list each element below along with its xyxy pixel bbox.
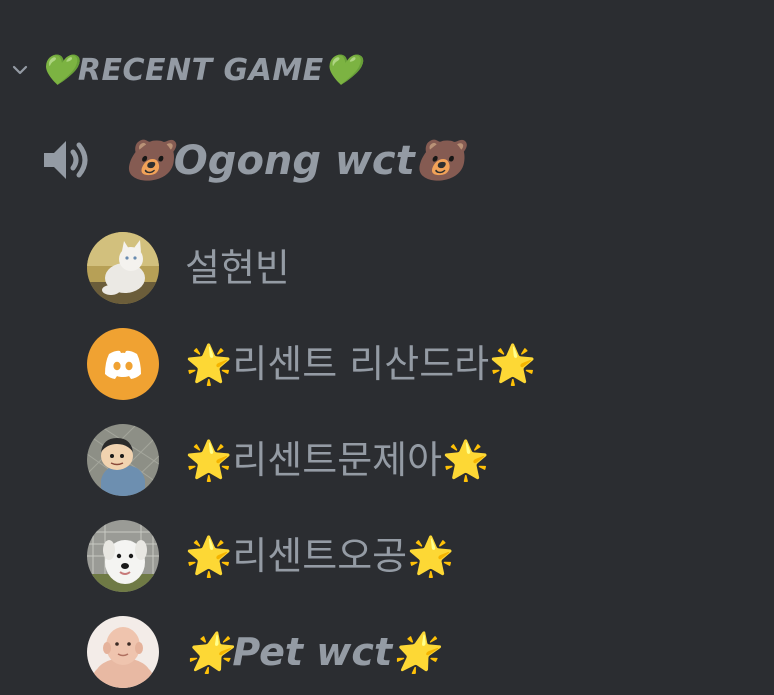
avatar [87, 424, 159, 496]
category-header[interactable]: 💚RECENT GAME💚 [0, 40, 362, 100]
avatar [87, 616, 159, 688]
voice-member-list: 설현빈 🌟리센트 리산드라🌟 🌟리센트문제아🌟 🌟리센트오공🌟 🌟Pet wct… [87, 232, 536, 695]
voice-channel[interactable]: 🐻Ogong wct🐻 [42, 125, 465, 195]
avatar [87, 520, 159, 592]
voice-member[interactable]: 🌟리센트 리산드라🌟 [87, 328, 536, 424]
voice-member[interactable]: 🌟리센트오공🌟 [87, 520, 536, 616]
member-name: 🌟Pet wct🌟 [185, 630, 440, 674]
avatar [87, 232, 159, 304]
channel-name: 🐻Ogong wct🐻 [124, 137, 465, 184]
member-name: 🌟리센트문제아🌟 [185, 438, 490, 482]
member-name: 설현빈 [185, 246, 290, 290]
voice-channel-panel: 💚RECENT GAME💚 🐻Ogong wct🐻 설현빈 🌟리센트 리산드라🌟… [0, 0, 774, 695]
member-name: 🌟리센트오공🌟 [185, 534, 455, 578]
category-label: 💚RECENT GAME💚 [40, 52, 362, 88]
voice-member[interactable]: 🌟리센트문제아🌟 [87, 424, 536, 520]
chevron-down-icon[interactable] [0, 64, 40, 76]
avatar [87, 328, 159, 400]
voice-member[interactable]: 🌟Pet wct🌟 [87, 616, 536, 695]
voice-member[interactable]: 설현빈 [87, 232, 536, 328]
speaker-icon [42, 136, 94, 184]
member-name: 🌟리센트 리산드라🌟 [185, 342, 537, 386]
